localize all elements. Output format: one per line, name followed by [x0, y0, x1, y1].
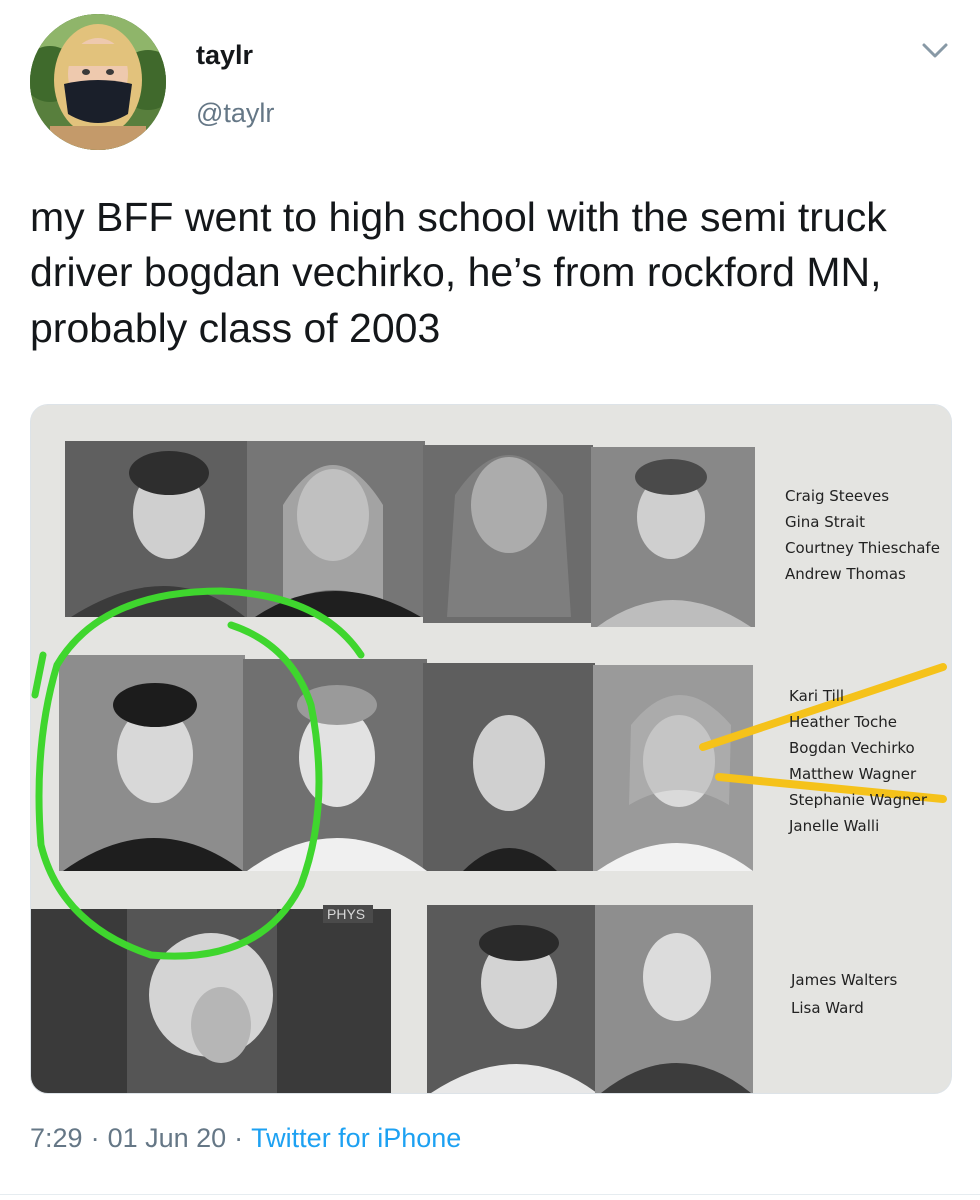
- profile-avatar[interactable]: [30, 14, 166, 150]
- yearbook-sign: PHYS: [327, 906, 365, 922]
- tweet-date[interactable]: 01 Jun 20: [108, 1123, 227, 1153]
- yearbook-name: Courtney Thieschafe: [785, 539, 940, 557]
- avatar-photo: [30, 14, 166, 150]
- separator-dot: ·: [90, 1123, 100, 1153]
- user-handle[interactable]: @taylr: [196, 98, 274, 129]
- yearbook-name: Matthew Wagner: [789, 765, 917, 783]
- photo-row-1: [65, 441, 755, 627]
- tweet-time[interactable]: 7:29: [30, 1123, 83, 1153]
- yearbook-name: Andrew Thomas: [785, 565, 906, 583]
- yearbook-name: Stephanie Wagner: [789, 791, 928, 809]
- yearbook-name: Gina Strait: [785, 513, 865, 531]
- chevron-down-icon[interactable]: [920, 40, 950, 62]
- tweet-text: my BFF went to high school with the semi…: [30, 194, 887, 351]
- yearbook-name: Lisa Ward: [791, 999, 864, 1017]
- yearbook-name: Heather Toche: [789, 713, 897, 731]
- tweet-meta: 7:29 · 01 Jun 20 · Twitter for iPhone: [30, 1123, 461, 1154]
- yearbook-name: Bogdan Vechirko: [789, 739, 915, 757]
- yearbook-name: Janelle Walli: [788, 817, 879, 835]
- display-name[interactable]: taylr: [196, 40, 253, 71]
- yearbook-photo: PHYS Craig Steeves Gina Strait Courtney …: [31, 405, 951, 1093]
- tweet-media[interactable]: PHYS Craig Steeves Gina Strait Courtney …: [30, 404, 952, 1094]
- tweet-source-link[interactable]: Twitter for iPhone: [251, 1123, 461, 1153]
- yearbook-name: James Walters: [790, 971, 898, 989]
- separator-dot: ·: [234, 1123, 244, 1153]
- divider: [0, 1194, 980, 1195]
- photo-row-2: [59, 655, 753, 871]
- yearbook-name: Kari Till: [789, 687, 844, 705]
- yearbook-name: Craig Steeves: [785, 487, 889, 505]
